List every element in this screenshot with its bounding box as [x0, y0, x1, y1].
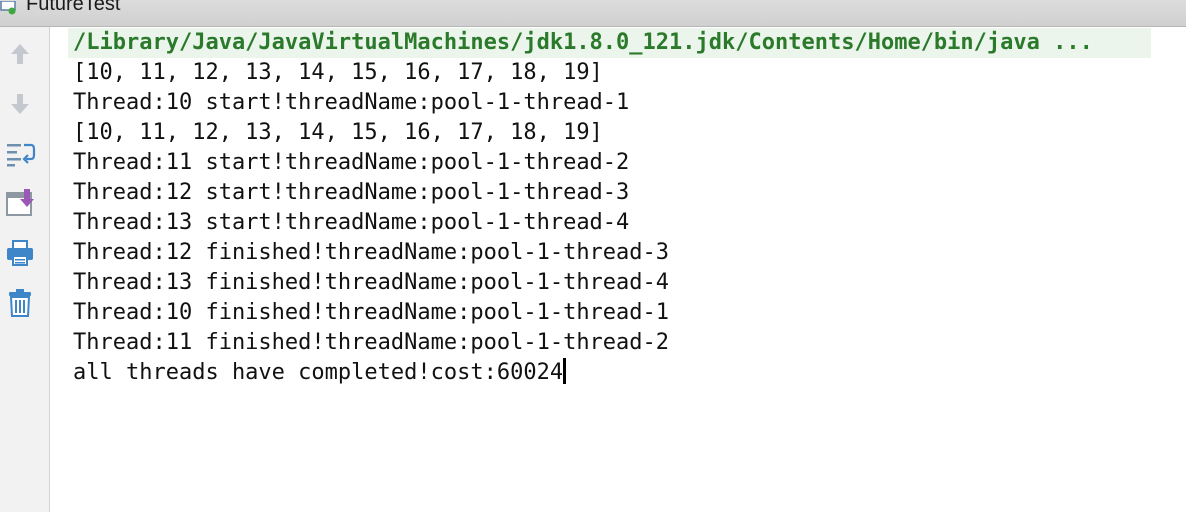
console-line: Thread:12 start!threadName:pool-1-thread… — [73, 180, 630, 205]
console-line: Thread:11 start!threadName:pool-1-thread… — [73, 150, 630, 175]
console-output[interactable]: /Library/Java/JavaVirtualMachines/jdk1.8… — [50, 27, 1186, 512]
console-last-line: all threads have completed!cost:60024 — [73, 358, 567, 388]
arrow-down-icon[interactable] — [4, 88, 36, 120]
console-toolbar — [0, 27, 50, 512]
trash-icon[interactable] — [4, 287, 36, 319]
text-cursor — [563, 358, 567, 384]
console-line: Thread:10 start!threadName:pool-1-thread… — [73, 90, 630, 115]
arrow-up-icon[interactable] — [4, 38, 36, 70]
console-line: Thread:13 finished!threadName:pool-1-thr… — [73, 270, 670, 295]
run-config-icon — [0, 0, 18, 15]
console-line: Thread:13 start!threadName:pool-1-thread… — [73, 210, 630, 235]
console-line: Thread:11 finished!threadName:pool-1-thr… — [73, 330, 670, 355]
console-line: Thread:12 finished!threadName:pool-1-thr… — [73, 240, 670, 265]
ide-run-window: FutureTest /Library/Java/JavaVirtualMach… — [0, 0, 1186, 512]
print-icon[interactable] — [4, 237, 36, 269]
soft-wrap-icon[interactable] — [4, 138, 36, 170]
scroll-to-end-icon[interactable] — [4, 187, 36, 219]
console-last-line-text: all threads have completed!cost:60024 — [73, 360, 564, 385]
run-tab-title[interactable]: FutureTest — [26, 0, 120, 14]
console-line: [10, 11, 12, 13, 14, 15, 16, 17, 18, 19] — [73, 120, 603, 145]
console-line: [10, 11, 12, 13, 14, 15, 16, 17, 18, 19] — [73, 60, 603, 85]
console-line: Thread:10 finished!threadName:pool-1-thr… — [73, 300, 670, 325]
run-tab-bar: FutureTest — [0, 0, 1186, 27]
command-line: /Library/Java/JavaVirtualMachines/jdk1.8… — [68, 28, 1151, 58]
